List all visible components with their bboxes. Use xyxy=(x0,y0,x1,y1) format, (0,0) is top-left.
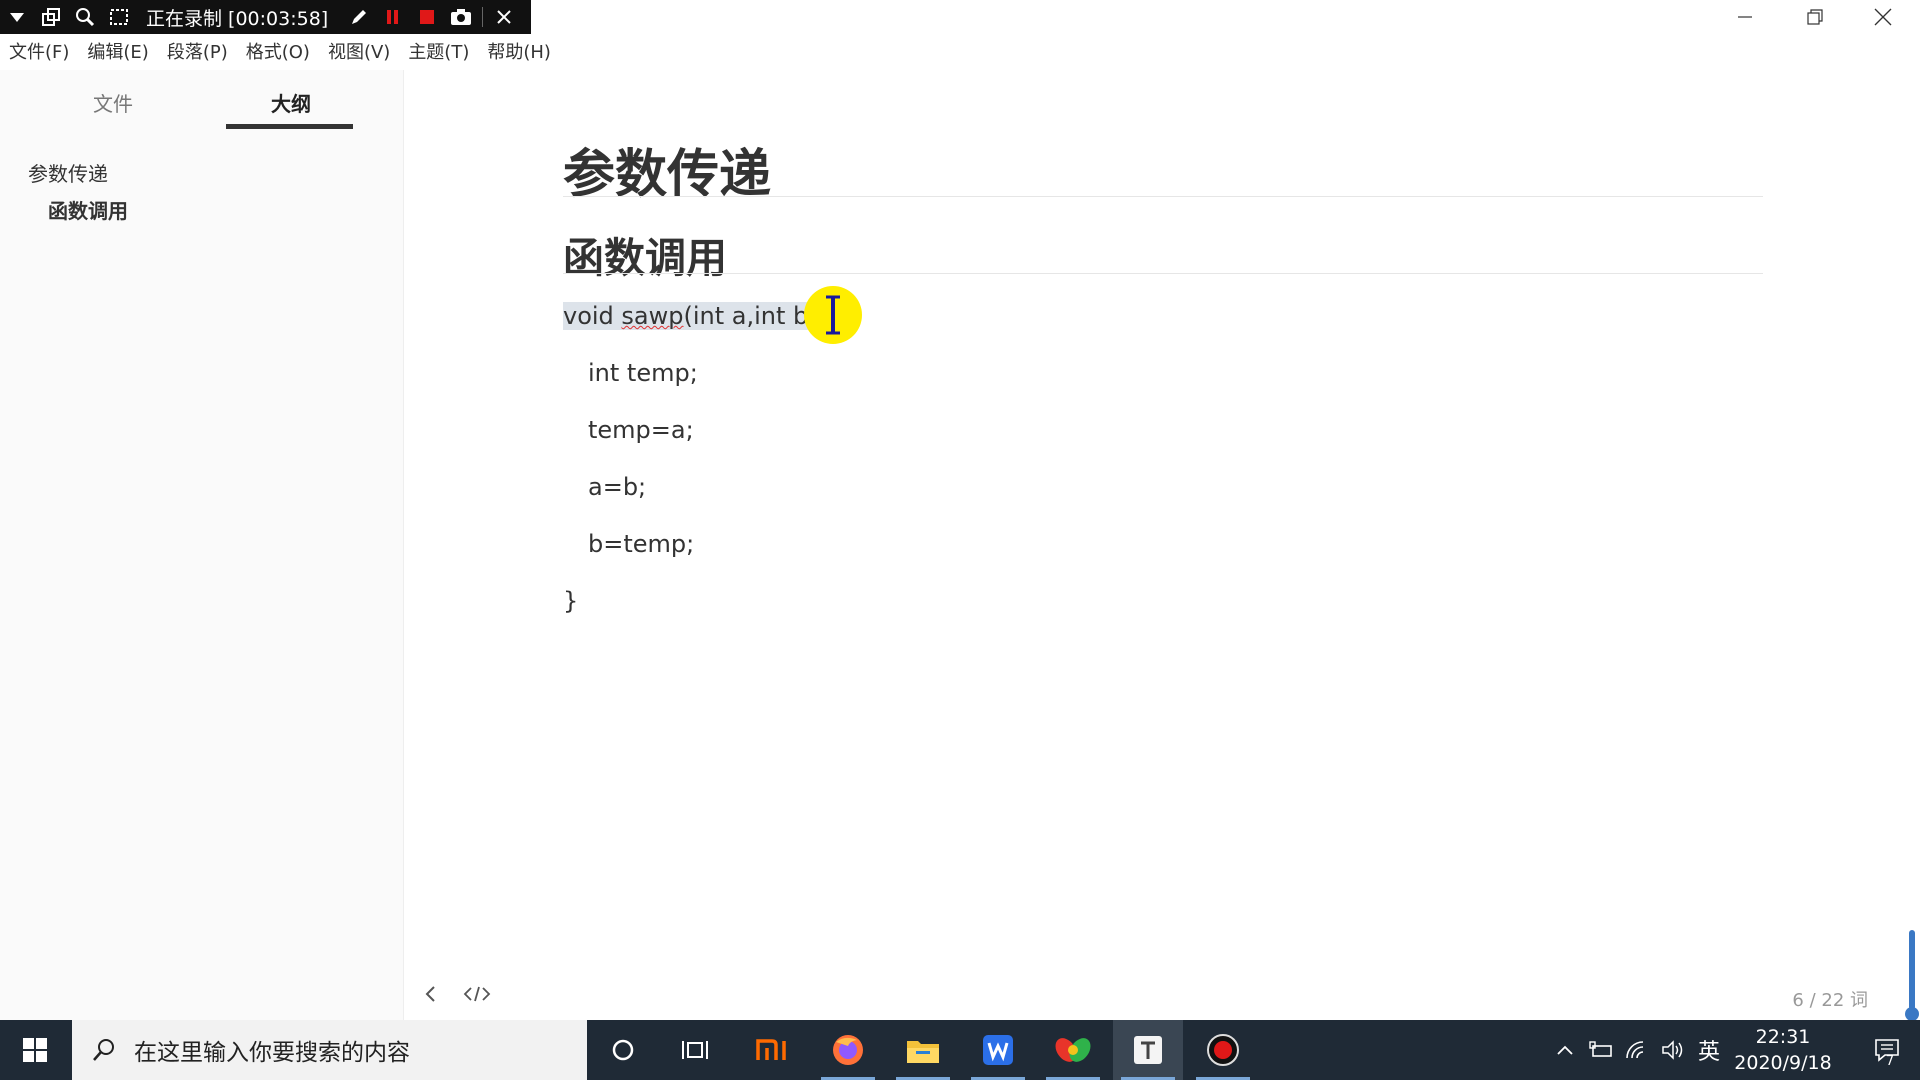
taskbar-app-typora[interactable] xyxy=(1113,1020,1183,1080)
wifi-icon xyxy=(1626,1041,1644,1059)
code-line[interactable]: } xyxy=(563,587,578,615)
minimize-button[interactable] xyxy=(1710,0,1780,34)
search-icon xyxy=(93,1039,114,1061)
editor-pane[interactable]: 参数传递 函数调用 void sawp(int a,int b){ int te… xyxy=(405,66,1920,1021)
code-line[interactable]: int temp; xyxy=(588,359,698,387)
recording-status: 正在录制 [00:03:58] xyxy=(146,7,329,30)
task-view-icon xyxy=(682,1041,708,1059)
code-line-selected[interactable]: void sawp(int a,int b){ xyxy=(563,302,835,330)
scrollbar-thumb[interactable] xyxy=(1904,928,1920,1024)
notification-count-badge: 7 xyxy=(1885,1054,1895,1069)
menu-help[interactable]: 帮助(H) xyxy=(478,38,560,64)
heading-divider xyxy=(563,273,1763,274)
code-line[interactable]: temp=a; xyxy=(588,416,694,444)
firefox-icon xyxy=(833,1035,863,1065)
tab-files[interactable]: 文件 xyxy=(48,88,178,117)
wps-writer-icon xyxy=(983,1035,1013,1065)
clock-date: 2020/9/18 xyxy=(1734,1052,1832,1074)
menu-bar: 文件(F) 编辑(E) 段落(P) 格式(O) 视图(V) 主题(T) 帮助(H… xyxy=(0,36,560,66)
pause-icon[interactable] xyxy=(376,0,410,34)
source-code-icon[interactable] xyxy=(463,984,491,1004)
ime-label: 英 xyxy=(1697,1040,1720,1065)
taskbar: 在这里输入你要搜索的内容 英 22:31 2020/9/18 xyxy=(0,1020,1920,1080)
clock-time: 22:31 xyxy=(1755,1026,1811,1048)
camera-icon[interactable] xyxy=(444,0,478,34)
menu-format[interactable]: 格式(O) xyxy=(237,38,319,64)
misspelled-word[interactable]: sawp xyxy=(621,302,683,330)
minimize-icon xyxy=(1738,16,1752,18)
taskbar-app-firefox[interactable] xyxy=(813,1020,883,1080)
show-hidden-icons-button[interactable] xyxy=(1550,1020,1580,1080)
screen-recorder-toolbar: 正在录制 [00:03:58] xyxy=(0,0,531,34)
taskbar-app-mi[interactable] xyxy=(738,1020,808,1080)
search-placeholder: 在这里输入你要搜索的内容 xyxy=(134,1040,410,1066)
restore-icon xyxy=(1807,9,1823,25)
mi-icon xyxy=(756,1039,786,1060)
menu-edit[interactable]: 编辑(E) xyxy=(78,38,157,64)
task-view-button[interactable] xyxy=(660,1020,730,1080)
sidebar: 文件 大纲 参数传递 函数调用 xyxy=(0,70,404,1020)
text-cursor-icon xyxy=(826,295,840,335)
windows-icon xyxy=(23,1038,47,1062)
taskbar-app-colorful[interactable] xyxy=(1038,1020,1108,1080)
speaker-icon xyxy=(1662,1040,1683,1060)
code-line[interactable]: b=temp; xyxy=(588,530,694,558)
tab-outline[interactable]: 大纲 xyxy=(226,88,356,117)
outline-item-h1[interactable]: 参数传递 xyxy=(28,158,108,187)
zoom-icon[interactable] xyxy=(68,0,102,34)
menu-file[interactable]: 文件(F) xyxy=(0,38,78,64)
dropdown-arrow-icon[interactable] xyxy=(0,0,34,34)
pen-icon[interactable] xyxy=(342,0,376,34)
region-select-icon[interactable] xyxy=(102,0,136,34)
code-token: void xyxy=(563,302,622,330)
battery-icon xyxy=(1589,1041,1612,1057)
cortana-icon xyxy=(612,1039,634,1061)
chevron-left-icon[interactable] xyxy=(421,984,441,1004)
network-button[interactable] xyxy=(1620,1020,1654,1080)
recorder-icon xyxy=(1207,1034,1239,1066)
active-tab-indicator xyxy=(226,124,353,129)
taskbar-clock[interactable]: 22:31 2020/9/18 xyxy=(1718,1024,1848,1076)
toolbar-divider xyxy=(482,7,484,27)
chevron-up-icon xyxy=(1557,1045,1573,1055)
stop-icon[interactable] xyxy=(410,0,444,34)
colorful-app-icon xyxy=(1055,1038,1091,1062)
menu-theme[interactable]: 主题(T) xyxy=(399,38,478,64)
heading-2[interactable]: 函数调用 xyxy=(563,224,727,284)
menu-view[interactable]: 视图(V) xyxy=(319,38,399,64)
word-count[interactable]: 6 / 22 词 xyxy=(1792,986,1868,1012)
start-button[interactable] xyxy=(0,1020,70,1080)
file-explorer-icon xyxy=(907,1041,939,1063)
taskbar-app-wps-writer[interactable] xyxy=(963,1020,1033,1080)
close-icon xyxy=(1874,8,1892,26)
restore-button[interactable] xyxy=(1780,0,1850,34)
close-window-button[interactable] xyxy=(1848,0,1918,34)
heading-divider xyxy=(563,196,1763,197)
taskbar-app-file-explorer[interactable] xyxy=(888,1020,958,1080)
menu-paragraph[interactable]: 段落(P) xyxy=(158,38,237,64)
close-icon[interactable] xyxy=(487,0,521,34)
volume-button[interactable] xyxy=(1656,1020,1690,1080)
taskbar-search-box[interactable]: 在这里输入你要搜索的内容 xyxy=(72,1020,587,1080)
cortana-button[interactable] xyxy=(588,1020,658,1080)
battery-button[interactable] xyxy=(1584,1020,1618,1080)
window-mode-icon[interactable] xyxy=(34,0,68,34)
typora-icon xyxy=(1134,1036,1162,1064)
outline-item-h2[interactable]: 函数调用 xyxy=(48,195,128,224)
code-line[interactable]: a=b; xyxy=(588,473,646,501)
taskbar-app-recorder[interactable] xyxy=(1188,1020,1258,1080)
